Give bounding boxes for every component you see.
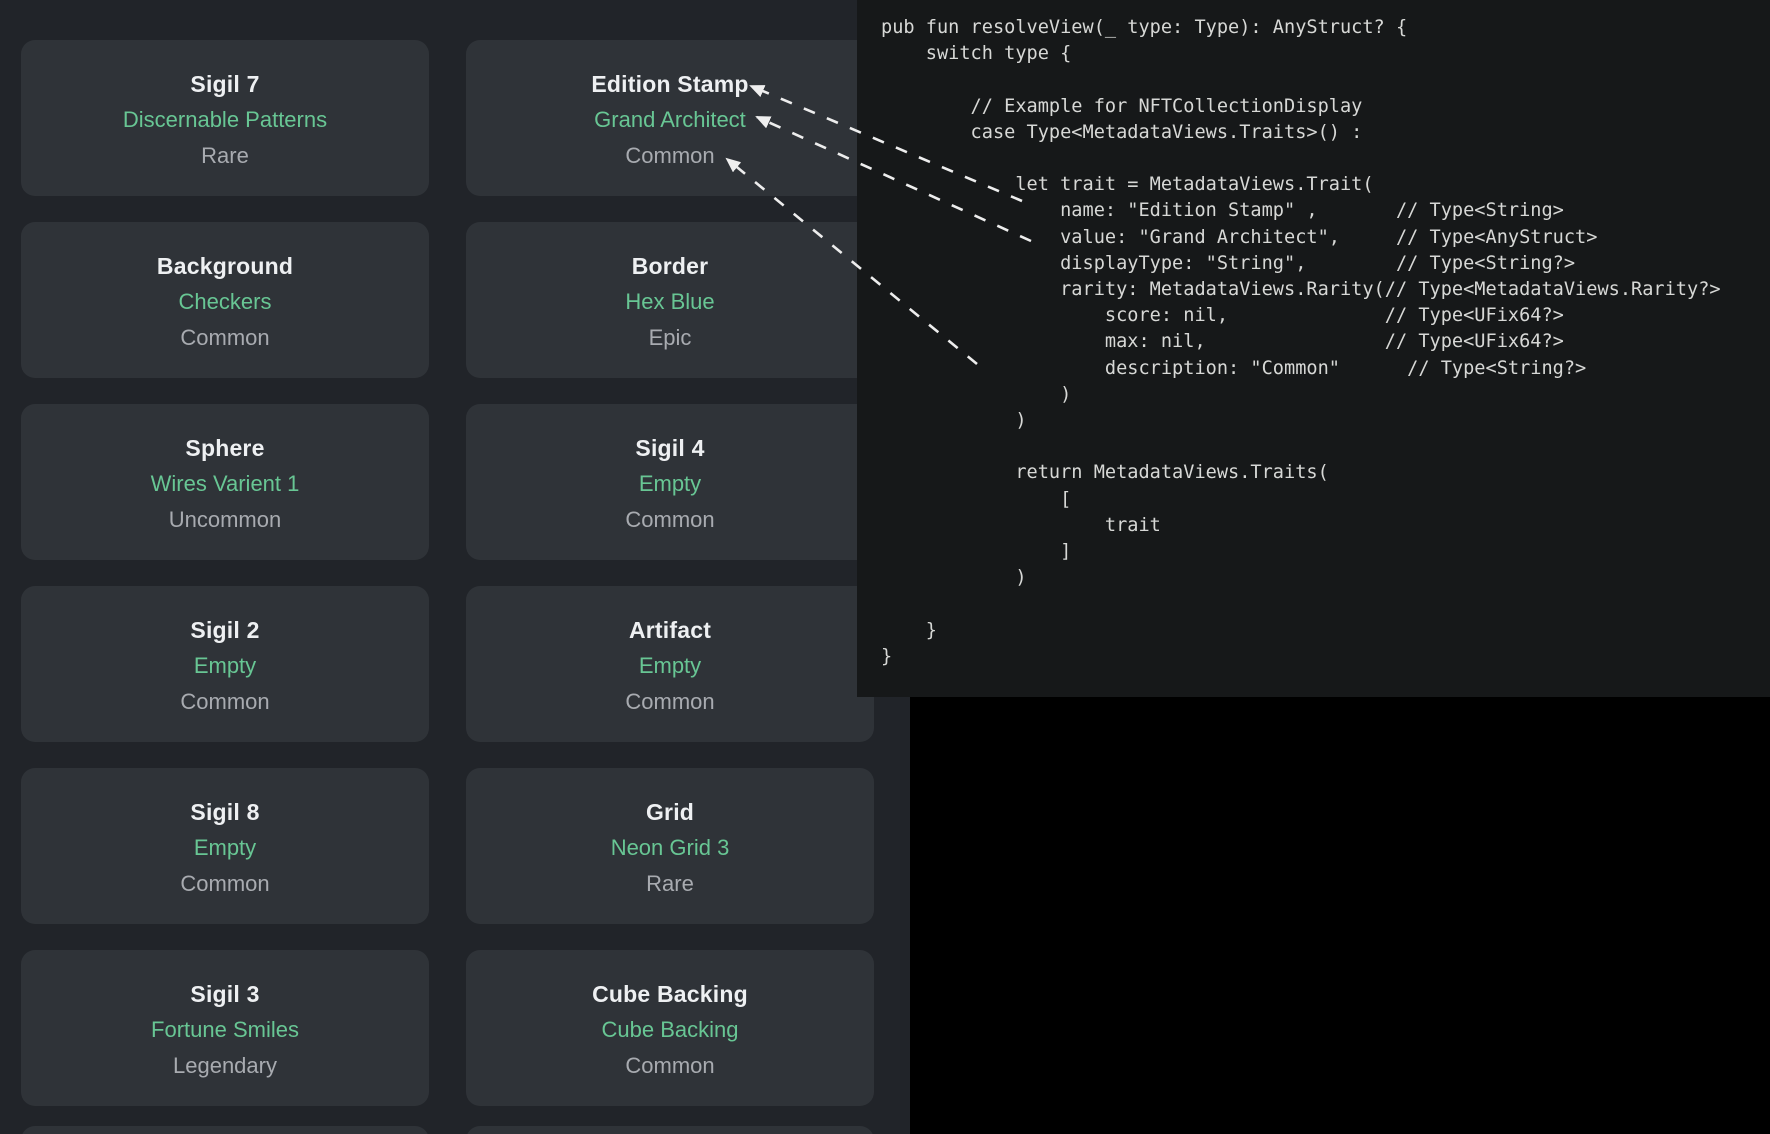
trait-value: Fortune Smiles — [21, 1012, 429, 1048]
trait-value: Hex Blue — [466, 284, 874, 320]
trait-value: Empty — [466, 466, 874, 502]
trait-card-background: Background Checkers Common — [21, 222, 429, 378]
trait-value: Empty — [466, 648, 874, 684]
code-text: pub fun resolveView(_ type: Type): AnySt… — [857, 0, 1770, 670]
trait-card-sphere: Sphere Wires Varient 1 Uncommon — [21, 404, 429, 560]
trait-name: Edition Stamp — [466, 66, 874, 102]
trait-card-sigil-7: Sigil 7 Discernable Patterns Rare — [21, 40, 429, 196]
trait-value: Neon Grid 3 — [466, 830, 874, 866]
trait-value: Wires Varient 1 — [21, 466, 429, 502]
trait-card-sigil-4: Sigil 4 Empty Common — [466, 404, 874, 560]
trait-rarity: Common — [466, 138, 874, 174]
trait-card-border: Border Hex Blue Epic — [466, 222, 874, 378]
trait-card-partial — [466, 1126, 874, 1134]
trait-card-sigil-2: Sigil 2 Empty Common — [21, 586, 429, 742]
trait-rarity: Common — [21, 320, 429, 356]
trait-name: Sphere — [21, 430, 429, 466]
trait-value: Checkers — [21, 284, 429, 320]
trait-value: Cube Backing — [466, 1012, 874, 1048]
trait-card-edition-stamp: Edition Stamp Grand Architect Common — [466, 40, 874, 196]
trait-rarity: Rare — [466, 866, 874, 902]
trait-name: Sigil 2 — [21, 612, 429, 648]
trait-rarity: Uncommon — [21, 502, 429, 538]
trait-name: Sigil 4 — [466, 430, 874, 466]
trait-name: Border — [466, 248, 874, 284]
trait-name: Grid — [466, 794, 874, 830]
trait-rarity: Common — [466, 684, 874, 720]
trait-card-sigil-8: Sigil 8 Empty Common — [21, 768, 429, 924]
trait-card-sigil-3: Sigil 3 Fortune Smiles Legendary — [21, 950, 429, 1106]
trait-card-grid: Grid Neon Grid 3 Rare — [466, 768, 874, 924]
trait-name: Sigil 7 — [21, 66, 429, 102]
trait-card-artifact: Artifact Empty Common — [466, 586, 874, 742]
trait-value: Discernable Patterns — [21, 102, 429, 138]
trait-card-partial — [21, 1126, 429, 1134]
trait-rarity: Common — [466, 1048, 874, 1084]
trait-name: Cube Backing — [466, 976, 874, 1012]
code-panel: pub fun resolveView(_ type: Type): AnySt… — [857, 0, 1770, 697]
trait-rarity: Rare — [21, 138, 429, 174]
trait-rarity: Common — [466, 502, 874, 538]
trait-rarity: Epic — [466, 320, 874, 356]
trait-value: Empty — [21, 648, 429, 684]
trait-value: Empty — [21, 830, 429, 866]
trait-name: Sigil 3 — [21, 976, 429, 1012]
trait-card-cube-backing: Cube Backing Cube Backing Common — [466, 950, 874, 1106]
trait-rarity: Legendary — [21, 1048, 429, 1084]
trait-name: Artifact — [466, 612, 874, 648]
trait-cards-grid: Sigil 7 Discernable Patterns Rare Editio… — [21, 40, 874, 1106]
trait-name: Background — [21, 248, 429, 284]
trait-rarity: Common — [21, 866, 429, 902]
trait-name: Sigil 8 — [21, 794, 429, 830]
trait-rarity: Common — [21, 684, 429, 720]
trait-value: Grand Architect — [466, 102, 874, 138]
traits-page: Sigil 7 Discernable Patterns Rare Editio… — [0, 0, 910, 1134]
